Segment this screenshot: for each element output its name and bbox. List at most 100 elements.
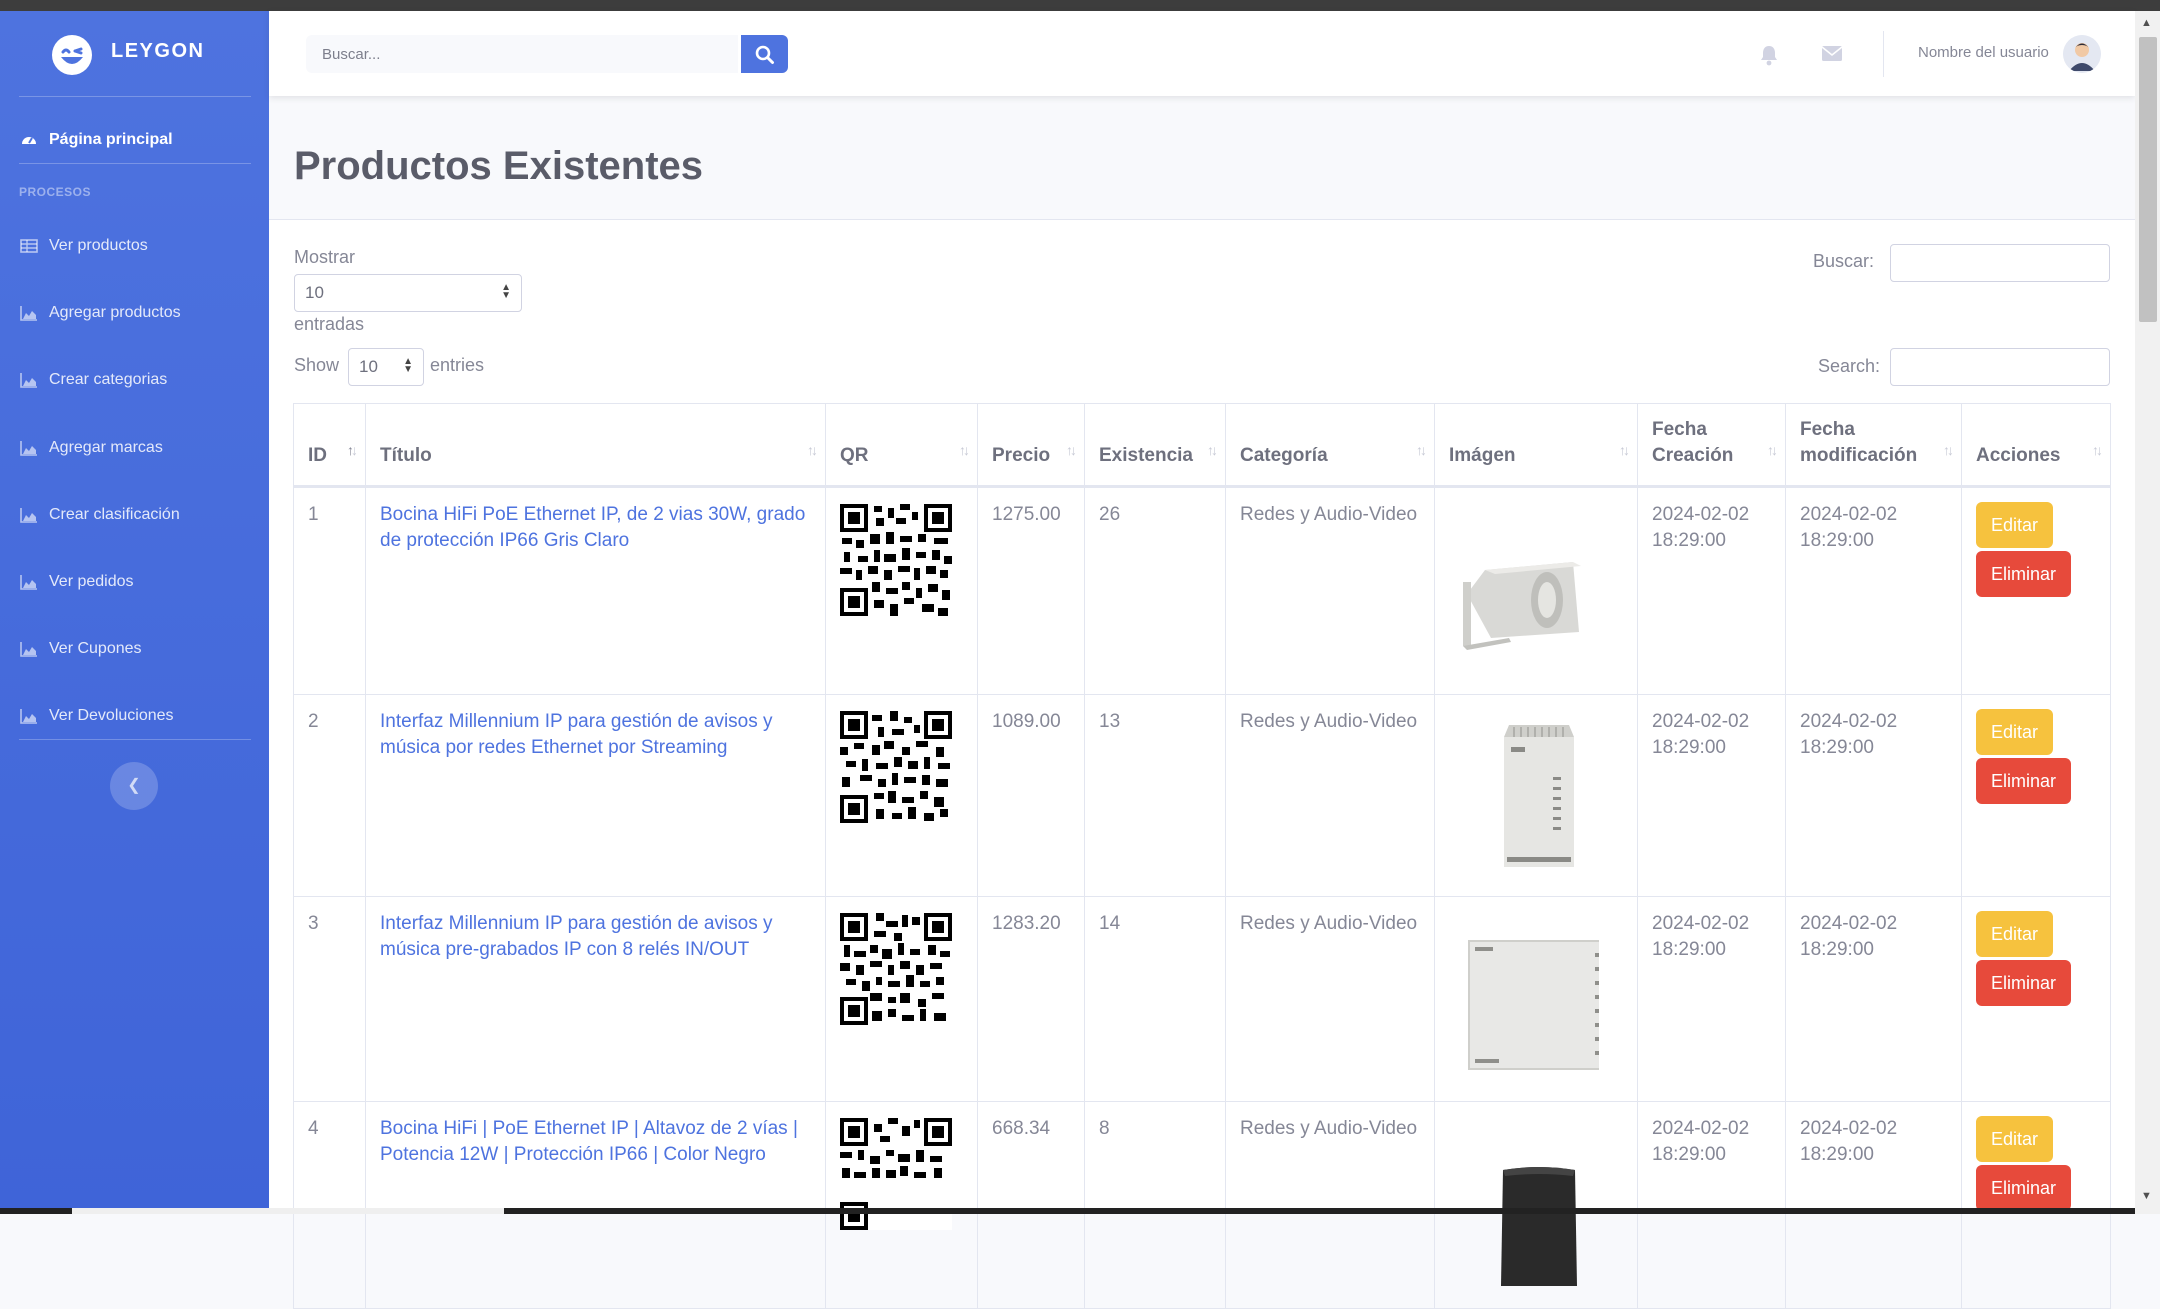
scroll-down-icon[interactable]: ▼: [2141, 1190, 2152, 1202]
messages-button[interactable]: [1821, 45, 1843, 67]
brand-name: LEYGON: [111, 40, 205, 62]
brand[interactable]: LEYGON: [0, 11, 269, 96]
sidebar-item-crear-clasificacion[interactable]: Crear clasificación: [0, 491, 269, 539]
horizontal-scrollbar[interactable]: [0, 1208, 2135, 1214]
sidebar-heading: PROCESOS: [19, 185, 92, 199]
sort-icon: ↑↓: [347, 442, 358, 458]
envelope-icon: [1821, 46, 1843, 61]
entries-label-es: entradas: [294, 314, 365, 334]
cell-created: 2024-02-02 18:29:00: [1637, 694, 1786, 897]
entries-select-es[interactable]: 10 ▲ ▼: [294, 274, 522, 312]
table-row: 1 Bocina HiFi PoE Ethernet IP, de 2 vias…: [293, 486, 2111, 695]
chart-area-icon: [20, 373, 37, 388]
cell-id: 1: [293, 486, 366, 695]
sidebar-item-agregar-productos[interactable]: Agregar productos: [0, 289, 269, 337]
column-header-existencia[interactable]: Existencia ↑↓: [1084, 403, 1226, 487]
horizontal-scrollbar-thumb[interactable]: [72, 1208, 504, 1214]
column-label: Título: [380, 445, 432, 466]
entries-select-value: 10: [359, 357, 378, 376]
alerts-button[interactable]: [1759, 44, 1779, 71]
product-title-link[interactable]: Interfaz Millennium IP para gestión de a…: [380, 913, 773, 960]
column-label: Categoría: [1240, 445, 1328, 466]
column-header-qr[interactable]: QR ↑↓: [825, 403, 978, 487]
sidebar-divider: [19, 96, 251, 97]
edit-button[interactable]: Editar: [1976, 911, 2054, 957]
cell-image: [1434, 896, 1638, 1102]
sidebar-item-label: Ver Cupones: [49, 640, 142, 657]
cell-title: Interfaz Millennium IP para gestión de a…: [365, 694, 826, 897]
cell-category: Redes y Audio-Video: [1225, 1101, 1435, 1309]
sidebar-item-agregar-marcas[interactable]: Agregar marcas: [0, 424, 269, 472]
sidebar-item-ver-devoluciones[interactable]: Ver Devoluciones: [0, 692, 269, 740]
column-header-fecha-creacion[interactable]: Fecha Creación ↑↓: [1637, 403, 1786, 487]
qr-code-icon: [840, 711, 952, 823]
sidebar-item-ver-pedidos[interactable]: Ver pedidos: [0, 558, 269, 606]
table-row: 2 Interfaz Millennium IP para gestión de…: [293, 694, 2111, 897]
cell-modified: 2024-02-02 18:29:00: [1785, 896, 1962, 1102]
user-name[interactable]: Nombre del usuario: [1918, 44, 2049, 61]
entries-select-value: 10: [305, 283, 324, 302]
search-label-es: Buscar:: [1813, 251, 1875, 271]
cell-qr: [825, 1101, 978, 1309]
sidebar-item-label: Ver pedidos: [49, 573, 134, 590]
chevron-left-icon: ❮: [127, 777, 141, 794]
column-header-id[interactable]: ID ↑↓: [293, 403, 366, 487]
cell-stock: 26: [1084, 486, 1226, 695]
topbar-divider: [1883, 31, 1884, 77]
delete-button[interactable]: Eliminar: [1976, 551, 2072, 597]
delete-button[interactable]: Eliminar: [1976, 758, 2072, 804]
column-header-categoria[interactable]: Categoría ↑↓: [1225, 403, 1435, 487]
cell-actions: Editar Eliminar: [1961, 1101, 2111, 1309]
sort-icon: ↑↓: [2092, 442, 2103, 458]
delete-button[interactable]: Eliminar: [1976, 960, 2072, 1006]
product-title-link[interactable]: Bocina HiFi PoE Ethernet IP, de 2 vias 3…: [380, 504, 805, 551]
entries-select-en[interactable]: 10 ▲ ▼: [348, 348, 424, 386]
cell-category: Redes y Audio-Video: [1225, 486, 1435, 695]
product-title-link[interactable]: Bocina HiFi | PoE Ethernet IP | Altavoz …: [380, 1118, 798, 1165]
product-image-rack-module: [1504, 725, 1574, 867]
sidebar-item-label: Ver Devoluciones: [49, 707, 174, 724]
column-header-fecha-modificacion[interactable]: Fecha modificación ↑↓: [1785, 403, 1962, 487]
edit-button[interactable]: Editar: [1976, 502, 2054, 548]
product-image-horn-speaker: [1463, 562, 1581, 650]
column-header-imagen[interactable]: Imágen ↑↓: [1434, 403, 1638, 487]
sidebar-toggle-button[interactable]: ❮: [110, 762, 158, 810]
sidebar-item-label: Ver productos: [49, 237, 148, 254]
search-button[interactable]: [741, 35, 788, 73]
chart-area-icon: [20, 642, 37, 657]
sidebar-item-ver-cupones[interactable]: Ver Cupones: [0, 625, 269, 673]
cell-stock: 14: [1084, 896, 1226, 1102]
avatar[interactable]: [2063, 35, 2101, 73]
chart-area-icon: [20, 306, 37, 321]
table-row: 4 Bocina HiFi | PoE Ethernet IP | Altavo…: [293, 1101, 2111, 1309]
column-header-acciones[interactable]: Acciones ↑↓: [1961, 403, 2111, 487]
show-label-es: Mostrar: [294, 247, 356, 267]
scroll-up-icon[interactable]: ▲: [2141, 17, 2152, 29]
sidebar-item-ver-productos[interactable]: Ver productos: [0, 222, 269, 270]
user-avatar-icon: [2063, 35, 2101, 73]
tachometer-icon: [22, 137, 36, 144]
edit-button[interactable]: Editar: [1976, 1116, 2054, 1162]
delete-button[interactable]: Eliminar: [1976, 1165, 2072, 1211]
table-search-input-en[interactable]: [1890, 348, 2110, 386]
product-title-link[interactable]: Interfaz Millennium IP para gestión de a…: [380, 711, 773, 758]
sidebar-item-crear-categorias[interactable]: Crear categorias: [0, 356, 269, 404]
cell-stock: 8: [1084, 1101, 1226, 1309]
column-header-precio[interactable]: Precio ↑↓: [977, 403, 1085, 487]
topbar: Nombre del usuario: [269, 11, 2135, 96]
column-label: ID: [308, 445, 327, 466]
page-scrollbar-thumb[interactable]: [2139, 37, 2157, 322]
column-header-titulo[interactable]: Título ↑↓: [365, 403, 826, 487]
topbar-search-input[interactable]: [306, 35, 738, 73]
sidebar-item-dashboard[interactable]: Página principal: [0, 116, 269, 164]
sidebar-item-label: Agregar marcas: [49, 439, 163, 456]
qr-code-icon: [840, 504, 952, 616]
cell-price: 1275.00: [977, 486, 1085, 695]
cell-actions: Editar Eliminar: [1961, 896, 2111, 1102]
edit-button[interactable]: Editar: [1976, 709, 2054, 755]
cell-price: 668.34: [977, 1101, 1085, 1309]
column-label: Fecha Creación: [1652, 419, 1734, 466]
cell-actions: Editar Eliminar: [1961, 486, 2111, 695]
cell-category: Redes y Audio-Video: [1225, 896, 1435, 1102]
table-search-input-es[interactable]: [1890, 244, 2110, 282]
